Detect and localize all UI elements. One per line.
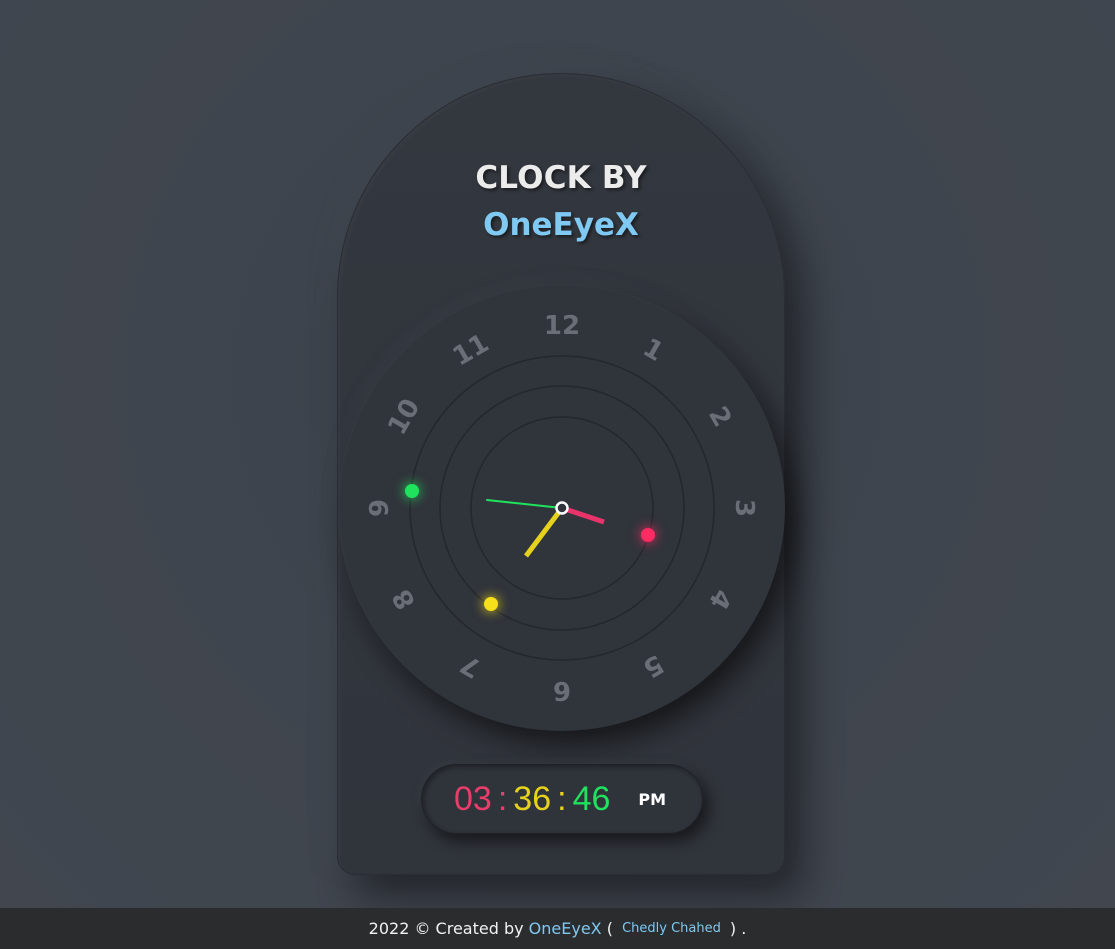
analog-clock-dial: 12 1 2 3 4 5 6 7 8 9 10 11 — [338, 284, 785, 731]
footer: 2022 © Created by OneEyeX ( Chedly Chahe… — [0, 908, 1115, 949]
second-hand — [486, 499, 563, 509]
clock-number: 10 — [382, 394, 426, 440]
clock-number: 5 — [638, 648, 669, 683]
clock-number: 8 — [387, 584, 422, 615]
clock-center-pin — [555, 501, 569, 515]
footer-author-link[interactable]: Chedly Chahed — [622, 921, 721, 936]
digital-seconds: 46 — [572, 779, 611, 818]
hour-hand — [524, 506, 564, 558]
digital-separator: : — [557, 779, 567, 818]
footer-paren: ) . — [724, 919, 747, 938]
clock-number: 1 — [638, 333, 669, 368]
clock-number: 11 — [448, 328, 494, 372]
clock-number: 7 — [456, 648, 487, 683]
footer-paren: ( — [601, 919, 619, 938]
digital-separator: : — [497, 779, 508, 818]
digital-hours: 03 — [454, 779, 492, 818]
clock-title: CLOCK BY — [475, 160, 647, 196]
clock-number: 9 — [365, 499, 395, 517]
clock-brand: OneEyeX — [483, 207, 639, 243]
digital-clock: 03 : 36 : 46 PM — [421, 764, 703, 834]
minutes-indicator-dot — [641, 528, 655, 542]
hours-indicator-dot — [484, 597, 498, 611]
clock-card: CLOCK BY OneEyeX 12 1 2 3 4 5 6 7 8 9 10 11 03 : 36… — [337, 73, 785, 875]
clock-number: 12 — [544, 311, 580, 341]
clock-number: 3 — [729, 499, 759, 517]
footer-brand-link[interactable]: OneEyeX — [529, 919, 602, 938]
seconds-indicator-dot — [405, 484, 419, 498]
clock-face: 121234567891011 — [365, 311, 759, 705]
clock-number: 2 — [702, 402, 737, 433]
digital-minutes: 36 — [513, 779, 552, 818]
footer-copyright: 2022 © Created by — [368, 919, 529, 938]
clock-number: 4 — [702, 584, 737, 615]
clock-number: 6 — [553, 675, 571, 705]
digital-ampm: PM — [638, 789, 667, 809]
